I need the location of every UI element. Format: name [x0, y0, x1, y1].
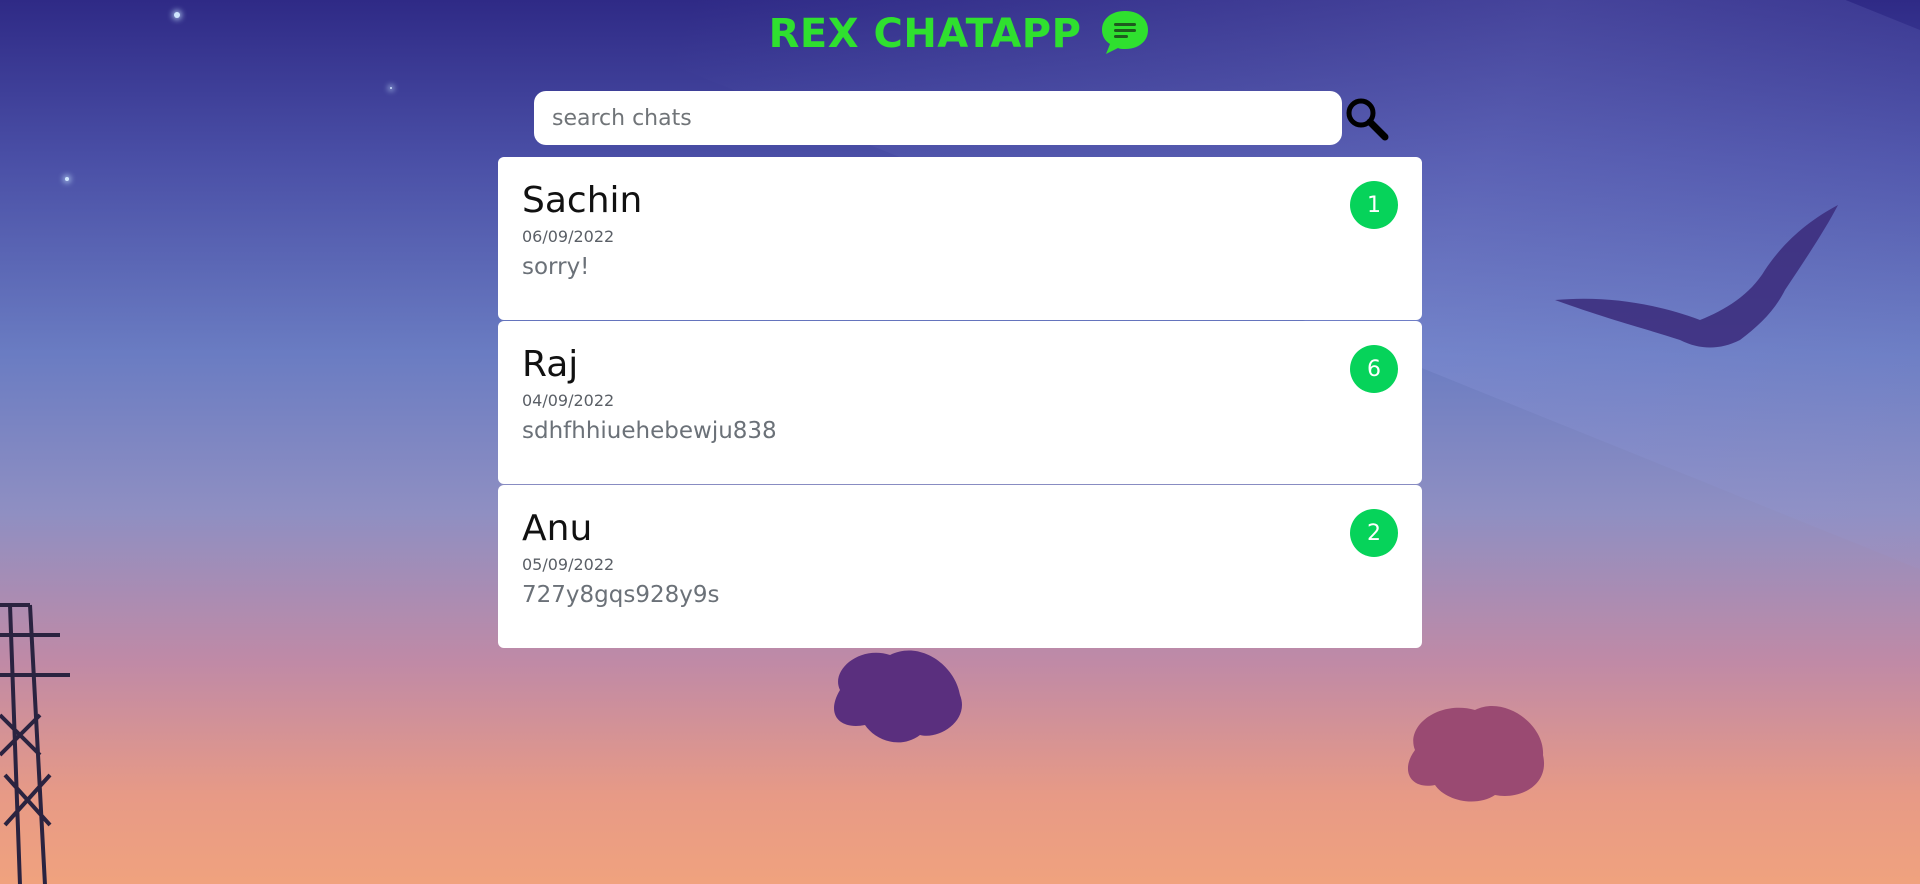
power-tower-silhouette [0, 603, 70, 884]
unread-count-badge: 2 [1350, 509, 1398, 557]
unread-count-badge: 1 [1350, 181, 1398, 229]
chat-list-item[interactable]: Sachin 06/09/2022 sorry! 1 [498, 157, 1422, 320]
app-title: REX CHATAPP [768, 11, 1082, 57]
cloud-silhouette [834, 650, 962, 743]
star [65, 177, 69, 181]
bird-silhouette [1555, 205, 1838, 348]
chat-last-message: 727y8gqs928y9s [522, 582, 720, 608]
search-input[interactable] [534, 91, 1342, 145]
chat-last-message: sdhfhhiuehebewju838 [522, 418, 777, 444]
app-header: REX CHATAPP [0, 8, 1920, 60]
chat-bubble-icon [1099, 8, 1151, 60]
chat-date: 05/09/2022 [522, 555, 615, 574]
chat-name: Anu [522, 508, 593, 549]
unread-count-badge: 6 [1350, 345, 1398, 393]
chat-date: 04/09/2022 [522, 391, 615, 410]
chat-name: Sachin [522, 180, 643, 221]
chat-list: Sachin 06/09/2022 sorry! 1 Raj 04/09/202… [498, 157, 1422, 649]
chat-last-message: sorry! [522, 254, 590, 280]
chat-name: Raj [522, 344, 579, 385]
chat-list-item[interactable]: Anu 05/09/2022 727y8gqs928y9s 2 [498, 485, 1422, 648]
search-bar [534, 91, 1390, 145]
star [390, 87, 392, 89]
search-icon[interactable] [1342, 94, 1390, 142]
chat-date: 06/09/2022 [522, 227, 615, 246]
cloud-silhouette [1407, 706, 1545, 802]
chat-list-item[interactable]: Raj 04/09/2022 sdhfhhiuehebewju838 6 [498, 321, 1422, 484]
